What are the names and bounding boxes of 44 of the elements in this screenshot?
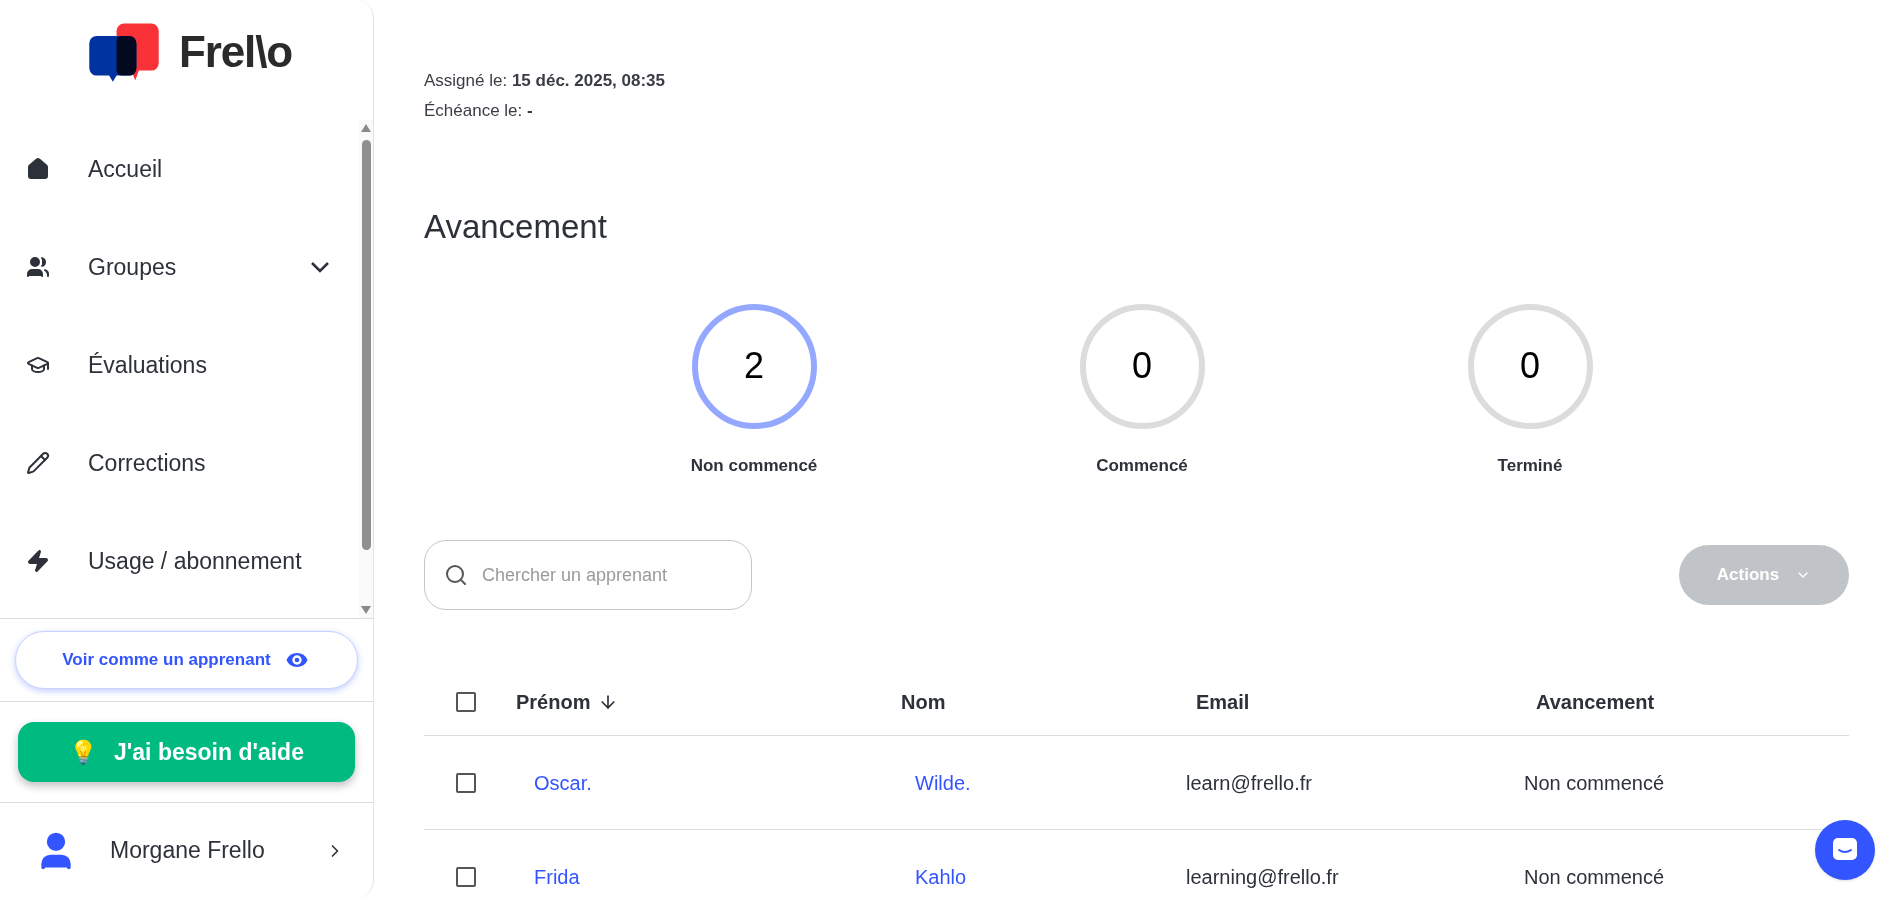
progress-ring: 0 [1467,303,1593,429]
email-cell: learn@frello.fr [1186,771,1312,794]
users-icon [26,255,50,279]
checkbox[interactable] [456,691,476,712]
progress-ring: 2 [691,303,817,429]
lightning-icon [26,549,50,573]
status-cell: Non commencé [1524,865,1665,888]
stat-label: Non commencé [690,454,818,477]
column-header[interactable]: Avancement [1536,686,1655,717]
checkbox[interactable] [456,866,476,887]
column-header[interactable]: Email [1196,686,1250,717]
detail-line: Échéance le: - [424,100,534,122]
column-header[interactable]: Nom [901,686,946,717]
nav-item[interactable]: Accueil [0,120,359,218]
column-header[interactable]: Prénom [516,686,619,717]
scroll-down-icon[interactable] [361,606,371,614]
stat-label: Terminé [1497,454,1563,477]
last-name-link[interactable]: Wilde. [915,771,971,794]
pencil-icon [26,451,50,475]
chat-button[interactable] [1815,820,1875,880]
chevron-down-icon [311,261,329,273]
nav-item[interactable]: Corrections [0,414,359,512]
status-cell: Non commencé [1524,771,1665,794]
first-name-link[interactable]: Frida [534,865,580,888]
home-icon [26,157,50,181]
nav-item[interactable]: Usage / abonnement [0,512,359,610]
checkbox[interactable] [456,772,476,793]
detail-line: Assigné le: 15 déc. 2025, 08:35 [424,70,667,92]
scroll-up-icon[interactable] [361,124,371,132]
search-field[interactable]: Chercher un apprenant [424,540,752,610]
learner-view-button[interactable]: Voir comme un apprenant [15,631,358,689]
nav-item[interactable]: Groupes [0,218,359,316]
email-cell: learning@frello.fr [1186,865,1339,888]
section-title: Avancement [424,207,608,247]
first-name-link[interactable]: Oscar. [534,771,592,794]
scrollbar-thumb[interactable] [361,140,371,550]
stat-label: Commencé [1096,454,1188,477]
logo-text: Frel\o [178,26,293,78]
profile-menu[interactable]: Morgane Frello [0,803,373,898]
chat-icon [1832,837,1858,863]
nav-item[interactable]: Évaluations [0,316,359,414]
progress-ring: 0 [1079,303,1205,429]
search-icon [444,563,468,587]
last-name-link[interactable]: Kahlo [915,865,967,888]
